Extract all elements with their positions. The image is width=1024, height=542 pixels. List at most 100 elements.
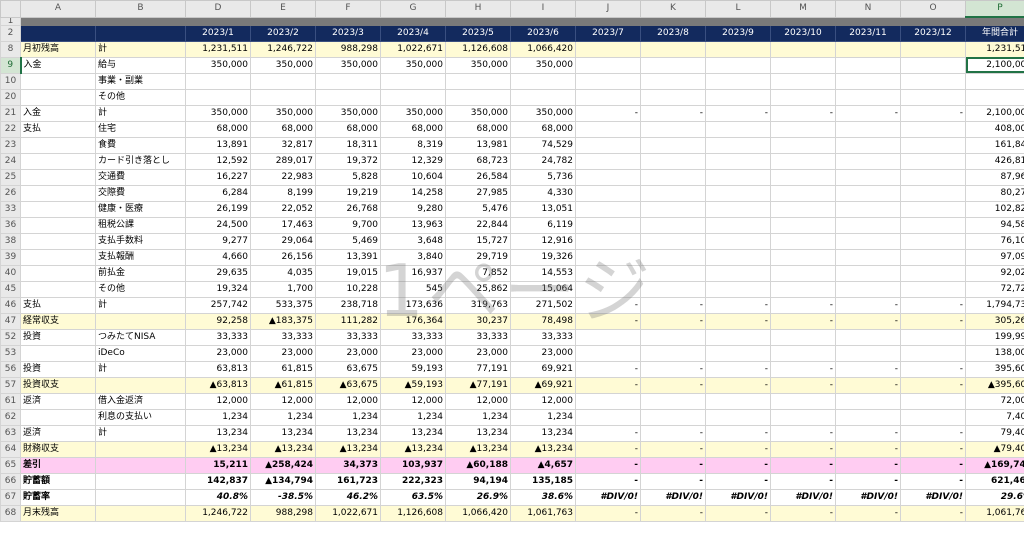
value-cell[interactable]: 24,500	[185, 216, 251, 234]
value-cell[interactable]: 988,298	[315, 40, 381, 58]
cell[interactable]	[185, 16, 251, 26]
value-cell[interactable]: -	[575, 104, 641, 122]
value-cell[interactable]: #DIV/0!	[835, 488, 901, 506]
cell[interactable]	[20, 24, 96, 42]
value-cell[interactable]: 545	[380, 280, 446, 298]
value-cell[interactable]: #DIV/0!	[575, 488, 641, 506]
value-cell[interactable]	[835, 40, 901, 58]
category-label-cell[interactable]: 投資	[20, 328, 96, 346]
value-cell[interactable]: 22,844	[445, 216, 511, 234]
value-cell[interactable]	[250, 88, 316, 106]
value-cell[interactable]: 350,000	[380, 104, 446, 122]
value-cell[interactable]: 14,553	[510, 264, 576, 282]
value-cell[interactable]	[640, 72, 706, 90]
value-cell[interactable]: 1,234	[250, 408, 316, 426]
category-label-cell[interactable]	[20, 264, 96, 282]
select-all-corner[interactable]	[0, 0, 21, 18]
row-header[interactable]: 46	[0, 296, 21, 314]
row-header[interactable]: 47	[0, 312, 21, 330]
value-cell[interactable]: 350,000	[380, 56, 446, 74]
value-cell[interactable]	[575, 344, 641, 362]
annual-total-cell[interactable]: ▲169,748	[965, 456, 1024, 474]
category-label-cell[interactable]	[20, 248, 96, 266]
category-label-cell[interactable]: 支払	[20, 296, 96, 314]
value-cell[interactable]: 5,736	[510, 168, 576, 186]
value-cell[interactable]	[835, 56, 901, 74]
value-cell[interactable]: -	[575, 472, 641, 490]
row-header[interactable]: 64	[0, 440, 21, 458]
row-header[interactable]: 67	[0, 488, 21, 506]
value-cell[interactable]: 111,282	[315, 312, 381, 330]
value-cell[interactable]	[705, 168, 771, 186]
column-header-h[interactable]: H	[445, 0, 511, 18]
value-cell[interactable]: 25,862	[445, 280, 511, 298]
value-cell[interactable]: 1,126,608	[445, 40, 511, 58]
value-cell[interactable]: -	[900, 424, 966, 442]
value-cell[interactable]: -	[575, 296, 641, 314]
value-cell[interactable]: -	[835, 376, 901, 394]
category-label-cell[interactable]: 貯蓄額	[20, 472, 96, 490]
item-label-cell[interactable]: 支払報酬	[95, 248, 186, 266]
category-label-cell[interactable]	[20, 232, 96, 250]
value-cell[interactable]: 1,234	[510, 408, 576, 426]
value-cell[interactable]: 1,022,671	[315, 504, 381, 522]
value-cell[interactable]: 33,333	[510, 328, 576, 346]
value-cell[interactable]: -	[640, 440, 706, 458]
value-cell[interactable]	[575, 88, 641, 106]
value-cell[interactable]: 1,234	[445, 408, 511, 426]
month-header-cell[interactable]: 年間合計	[965, 24, 1024, 42]
value-cell[interactable]: 988,298	[250, 504, 316, 522]
value-cell[interactable]: 26,199	[185, 200, 251, 218]
annual-total-cell[interactable]: 102,826	[965, 200, 1024, 218]
item-label-cell[interactable]: 計	[95, 40, 186, 58]
value-cell[interactable]: 24,782	[510, 152, 576, 170]
value-cell[interactable]	[640, 392, 706, 410]
row-header[interactable]: 21	[0, 104, 21, 122]
value-cell[interactable]: 3,648	[380, 232, 446, 250]
cell[interactable]	[95, 16, 186, 26]
item-label-cell[interactable]	[95, 472, 186, 490]
category-label-cell[interactable]	[20, 72, 96, 90]
value-cell[interactable]	[900, 248, 966, 266]
value-cell[interactable]: ▲13,234	[185, 440, 251, 458]
value-cell[interactable]	[900, 408, 966, 426]
row-header[interactable]: 45	[0, 280, 21, 298]
value-cell[interactable]: 33,333	[380, 328, 446, 346]
value-cell[interactable]	[705, 392, 771, 410]
cell[interactable]	[95, 24, 186, 42]
value-cell[interactable]	[575, 72, 641, 90]
value-cell[interactable]	[835, 72, 901, 90]
column-header-k[interactable]: K	[640, 0, 706, 18]
value-cell[interactable]: ▲77,191	[445, 376, 511, 394]
item-label-cell[interactable]	[95, 456, 186, 474]
value-cell[interactable]: 3,840	[380, 248, 446, 266]
value-cell[interactable]: 68,000	[510, 120, 576, 138]
annual-total-cell[interactable]: 426,815	[965, 152, 1024, 170]
category-label-cell[interactable]	[20, 216, 96, 234]
category-label-cell[interactable]	[20, 88, 96, 106]
value-cell[interactable]: 1,066,420	[510, 40, 576, 58]
value-cell[interactable]: 4,330	[510, 184, 576, 202]
value-cell[interactable]: -	[835, 456, 901, 474]
annual-total-cell[interactable]: 76,101	[965, 232, 1024, 250]
value-cell[interactable]: -	[770, 504, 836, 522]
category-label-cell[interactable]: 返済	[20, 392, 96, 410]
value-cell[interactable]	[575, 56, 641, 74]
value-cell[interactable]	[900, 152, 966, 170]
value-cell[interactable]	[380, 88, 446, 106]
value-cell[interactable]: 17,463	[250, 216, 316, 234]
value-cell[interactable]	[575, 40, 641, 58]
value-cell[interactable]: 350,000	[185, 56, 251, 74]
value-cell[interactable]: 8,199	[250, 184, 316, 202]
row-header[interactable]: 63	[0, 424, 21, 442]
value-cell[interactable]: 1,231,511	[185, 40, 251, 58]
annual-total-cell[interactable]: 94,589	[965, 216, 1024, 234]
value-cell[interactable]: 38.6%	[510, 488, 576, 506]
value-cell[interactable]: -	[640, 456, 706, 474]
value-cell[interactable]	[640, 184, 706, 202]
category-label-cell[interactable]	[20, 200, 96, 218]
value-cell[interactable]	[835, 408, 901, 426]
value-cell[interactable]	[640, 40, 706, 58]
annual-total-cell[interactable]: 408,000	[965, 120, 1024, 138]
row-header[interactable]: 66	[0, 472, 21, 490]
